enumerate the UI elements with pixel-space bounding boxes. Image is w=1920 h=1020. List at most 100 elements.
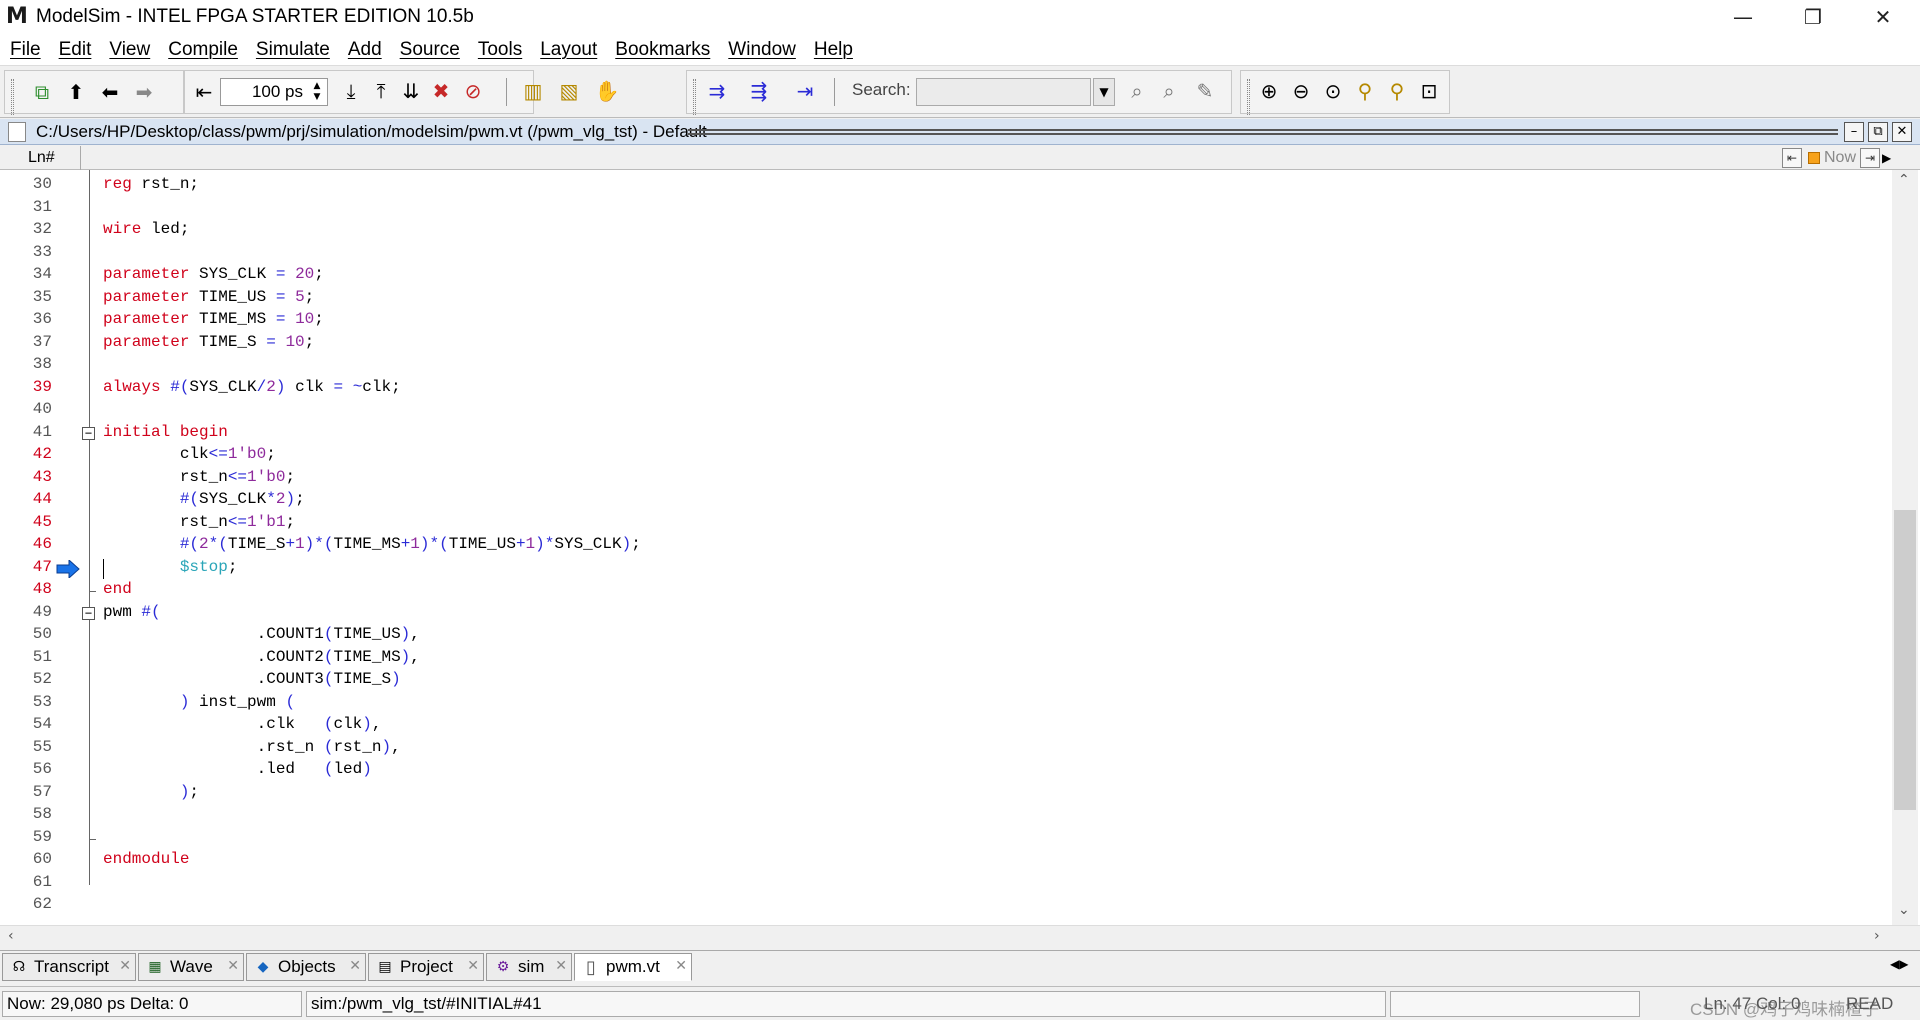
copy-object-icon[interactable]: ⧉: [29, 79, 55, 105]
code-line[interactable]: 50 .COUNT1(TIME_US),: [0, 625, 1890, 648]
document-drag-handle[interactable]: [688, 129, 1838, 135]
menu-file[interactable]: File: [10, 39, 41, 61]
close-icon[interactable]: ✕: [467, 958, 479, 974]
menu-window[interactable]: Window: [728, 39, 796, 61]
line-number[interactable]: 42: [0, 445, 52, 463]
zoom-range-icon[interactable]: ⚲: [1384, 78, 1410, 104]
line-number[interactable]: 46: [0, 535, 52, 553]
step-over-icon[interactable]: ⇶: [746, 78, 772, 104]
scroll-right-icon[interactable]: ›: [1874, 928, 1880, 944]
code-line[interactable]: 37 parameter TIME_S = 10;: [0, 333, 1890, 356]
code-line[interactable]: 51 .COUNT2(TIME_MS),: [0, 648, 1890, 671]
line-number[interactable]: 43: [0, 468, 52, 486]
menu-tools[interactable]: Tools: [478, 39, 522, 61]
expand-arrow-icon[interactable]: ▶: [1882, 151, 1891, 165]
code-line[interactable]: 53 ) inst_pwm (: [0, 693, 1890, 716]
code-line[interactable]: 35 parameter TIME_US = 5;: [0, 288, 1890, 311]
find-next-icon[interactable]: ⌕: [1156, 78, 1182, 104]
line-number[interactable]: 44: [0, 490, 52, 508]
code-line[interactable]: 58: [0, 805, 1890, 828]
break-icon[interactable]: ✖: [428, 78, 454, 104]
tab-pwm-vt[interactable]: ▯ pwm.vt ✕: [574, 953, 692, 981]
code-line[interactable]: 56 .led (led): [0, 760, 1890, 783]
code-line[interactable]: 47 $stop;: [0, 558, 1890, 581]
code-line[interactable]: 45 rst_n<=1'b1;: [0, 513, 1890, 536]
performance-icon[interactable]: ▥: [520, 78, 546, 104]
scroll-down-icon[interactable]: ⌄: [1898, 902, 1910, 918]
menu-simulate[interactable]: Simulate: [256, 39, 330, 61]
code-line[interactable]: 34 parameter SYS_CLK = 20;: [0, 265, 1890, 288]
code-line[interactable]: 39 always #(SYS_CLK/2) clk = ~clk;: [0, 378, 1890, 401]
continue-run-icon[interactable]: ⤒: [368, 78, 394, 104]
close-icon[interactable]: ✕: [675, 958, 687, 974]
code-line[interactable]: 43 rst_n<=1'b0;: [0, 468, 1890, 491]
menu-compile[interactable]: Compile: [168, 39, 238, 61]
toolbar-grip[interactable]: [11, 79, 14, 115]
run-length-spinner-icon[interactable]: ▲ ▼: [309, 81, 325, 103]
code-line[interactable]: 42 clk<=1'b0;: [0, 445, 1890, 468]
vertical-scrollbar[interactable]: ⌃ ⌄: [1892, 170, 1918, 925]
code-line[interactable]: 40: [0, 400, 1890, 423]
restore-button[interactable]: ❐: [1778, 0, 1848, 34]
scroll-up-icon[interactable]: ⌃: [1898, 172, 1910, 188]
tab-objects[interactable]: ◆ Objects ✕: [246, 953, 366, 981]
search-dropdown-icon[interactable]: ▼: [1093, 78, 1115, 106]
menu-add[interactable]: Add: [348, 39, 382, 61]
fold-collapse-icon[interactable]: −: [82, 426, 95, 440]
code-line[interactable]: 46 #(2*(TIME_S+1)*(TIME_MS+1)*(TIME_US+1…: [0, 535, 1890, 558]
zoom-full-icon[interactable]: ⊙: [1320, 78, 1346, 104]
step-out-icon[interactable]: ⇥: [792, 78, 818, 104]
code-line[interactable]: 49 pwm #(: [0, 603, 1890, 626]
restart-icon[interactable]: ⇤: [191, 79, 217, 105]
close-icon[interactable]: ✕: [227, 958, 239, 974]
doc-minimize-button[interactable]: –: [1844, 122, 1864, 142]
step-into-icon[interactable]: ⇉: [704, 78, 730, 104]
column-divider[interactable]: [80, 146, 81, 170]
line-number[interactable]: 39: [0, 378, 52, 396]
code-line[interactable]: 32 wire led;: [0, 220, 1890, 243]
close-button[interactable]: ✕: [1848, 0, 1918, 34]
zoom-cursor-icon[interactable]: ⚲: [1352, 78, 1378, 104]
forward-arrow-icon[interactable]: ➡: [131, 79, 157, 105]
menu-help[interactable]: Help: [814, 39, 853, 61]
tab-wave[interactable]: ▦ Wave ✕: [138, 953, 244, 981]
code-line[interactable]: 60 endmodule: [0, 850, 1890, 873]
scroll-left-icon[interactable]: ‹: [8, 928, 14, 944]
code-line[interactable]: 57 );: [0, 783, 1890, 806]
hand-icon[interactable]: ✋: [594, 78, 620, 104]
next-time-icon[interactable]: ⇥: [1860, 148, 1881, 168]
vertical-scroll-thumb[interactable]: [1894, 510, 1916, 810]
tab-sim[interactable]: ⚙ sim ✕: [486, 953, 572, 981]
stop-icon[interactable]: ⊘: [460, 78, 486, 104]
code-line[interactable]: 48 end: [0, 580, 1890, 603]
tab-transcript[interactable]: ☊ Transcript ✕: [2, 953, 136, 981]
horizontal-scrollbar[interactable]: ‹ ›: [0, 925, 1920, 947]
menu-layout[interactable]: Layout: [540, 39, 597, 61]
zoom-out-icon[interactable]: ⊖: [1288, 78, 1314, 104]
now-label[interactable]: Now: [1824, 149, 1856, 167]
menu-bookmarks[interactable]: Bookmarks: [615, 39, 710, 61]
toolbar-grip[interactable]: [1247, 79, 1250, 115]
close-icon[interactable]: ✕: [119, 958, 131, 974]
close-icon[interactable]: ✕: [555, 958, 567, 974]
menu-view[interactable]: View: [109, 39, 150, 61]
code-line[interactable]: 30 reg rst_n;: [0, 175, 1890, 198]
code-line[interactable]: 62: [0, 895, 1890, 918]
search-input[interactable]: [916, 78, 1091, 106]
code-line[interactable]: 33: [0, 243, 1890, 266]
tab-scroll-arrows-icon[interactable]: ◀▶: [1890, 957, 1908, 971]
menu-source[interactable]: Source: [400, 39, 460, 61]
code-line[interactable]: 31: [0, 198, 1890, 221]
run-length-input[interactable]: 100 ps ▲ ▼: [220, 78, 328, 106]
memory-icon[interactable]: ▧: [556, 78, 582, 104]
line-number[interactable]: 45: [0, 513, 52, 531]
zoom-last-icon[interactable]: ⊡: [1416, 78, 1442, 104]
zoom-in-icon[interactable]: ⊕: [1256, 78, 1282, 104]
back-arrow-icon[interactable]: ⬅: [97, 79, 123, 105]
toolbar-grip[interactable]: [693, 79, 696, 115]
close-icon[interactable]: ✕: [349, 958, 361, 974]
tab-project[interactable]: ▤ Project ✕: [368, 953, 484, 981]
code-line[interactable]: 52 .COUNT3(TIME_S): [0, 670, 1890, 693]
code-line[interactable]: 44 #(SYS_CLK*2);: [0, 490, 1890, 513]
line-number[interactable]: 48: [0, 580, 52, 598]
